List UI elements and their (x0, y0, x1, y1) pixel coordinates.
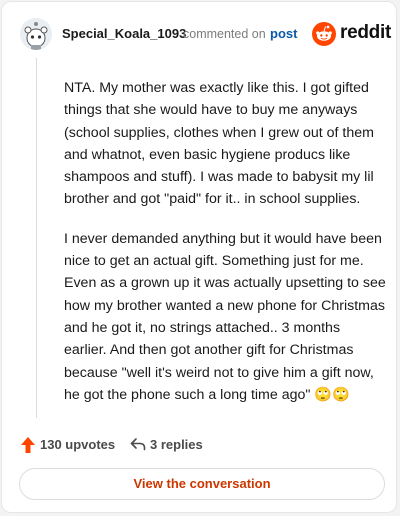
reddit-wordmark: reddit (340, 22, 391, 43)
commented-on-text: commented on (183, 27, 266, 41)
comment-card: Special_Koala_1093 commented on post red… (1, 1, 397, 513)
user-avatar[interactable] (20, 18, 52, 50)
reddit-alien-icon (312, 22, 336, 46)
snoo-avatar-icon (20, 18, 52, 50)
post-link[interactable]: post (270, 26, 297, 41)
comment-header: Special_Koala_1093 commented on post red… (20, 18, 391, 52)
comment-body: NTA. My mother was exactly like this. I … (64, 77, 386, 423)
view-conversation-button[interactable]: View the conversation (19, 468, 385, 500)
upvote-arrow-icon[interactable] (20, 436, 36, 454)
thread-line (36, 58, 37, 418)
author-name[interactable]: Special_Koala_1093 (62, 26, 186, 41)
upvote-count: 130 upvotes (40, 437, 116, 452)
comment-paragraph-1: NTA. My mother was exactly like this. I … (64, 80, 374, 208)
reply-arrow-icon[interactable] (130, 437, 146, 451)
reddit-logo[interactable]: reddit (312, 18, 391, 50)
comment-actions: 130 upvotes 3 replies (20, 434, 320, 456)
reply-count[interactable]: 3 replies (150, 437, 203, 452)
comment-paragraph-2: I never demanded anything but it would h… (64, 230, 386, 403)
